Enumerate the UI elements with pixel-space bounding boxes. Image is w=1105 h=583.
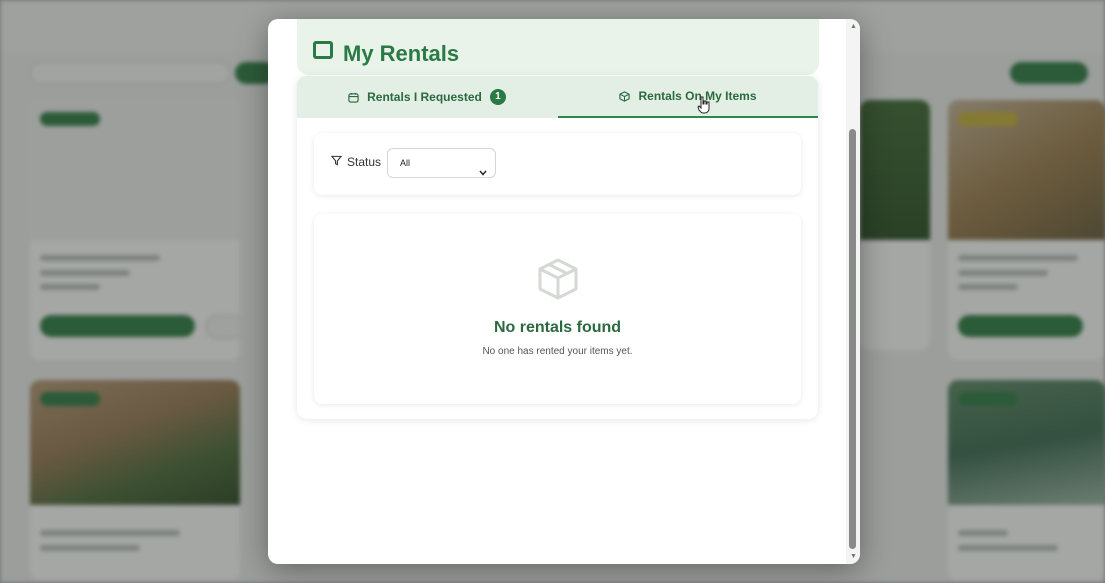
empty-state-title: No rentals found bbox=[493, 319, 622, 336]
count-badge: 1 bbox=[489, 89, 506, 105]
tab-label: Rentals I Requested bbox=[367, 90, 482, 104]
rentals-tabs: Rentals I Requested 1 Rentals On My Item… bbox=[297, 76, 818, 118]
calendar-icon bbox=[348, 92, 359, 103]
status-select[interactable]: All bbox=[387, 148, 496, 178]
tab-rentals-on-my-items[interactable]: Rentals On My Items bbox=[558, 76, 818, 118]
empty-state: No rentals found No one has rented your … bbox=[314, 214, 801, 404]
box-icon bbox=[535, 256, 581, 307]
rentals-icon bbox=[313, 41, 333, 59]
rentals-panel: Rentals I Requested 1 Rentals On My Item… bbox=[297, 76, 818, 419]
chevron-down-icon bbox=[479, 159, 487, 187]
empty-state-message: No one has rented your items yet. bbox=[482, 346, 633, 357]
modal-scrollbar[interactable]: ▲ ▼ bbox=[846, 19, 860, 564]
scroll-up-arrow-icon[interactable]: ▲ bbox=[850, 23, 857, 30]
modal-title: My Rentals bbox=[343, 41, 460, 66]
tab-rentals-requested[interactable]: Rentals I Requested 1 bbox=[297, 76, 557, 118]
filter-icon bbox=[330, 155, 343, 169]
box-icon bbox=[619, 90, 631, 102]
scroll-thumb[interactable] bbox=[849, 129, 856, 549]
status-filter-bar: Status All bbox=[314, 133, 801, 195]
status-label: Status bbox=[347, 155, 382, 169]
filter-label: Status bbox=[330, 155, 382, 169]
hand-cursor-icon bbox=[697, 96, 711, 119]
status-select-value: All bbox=[400, 158, 411, 168]
scroll-down-arrow-icon[interactable]: ▼ bbox=[850, 553, 857, 560]
modal-header: My Rentals bbox=[297, 19, 819, 75]
rentals-modal: My Rentals Rentals I Requested 1 Rentals… bbox=[268, 19, 860, 564]
